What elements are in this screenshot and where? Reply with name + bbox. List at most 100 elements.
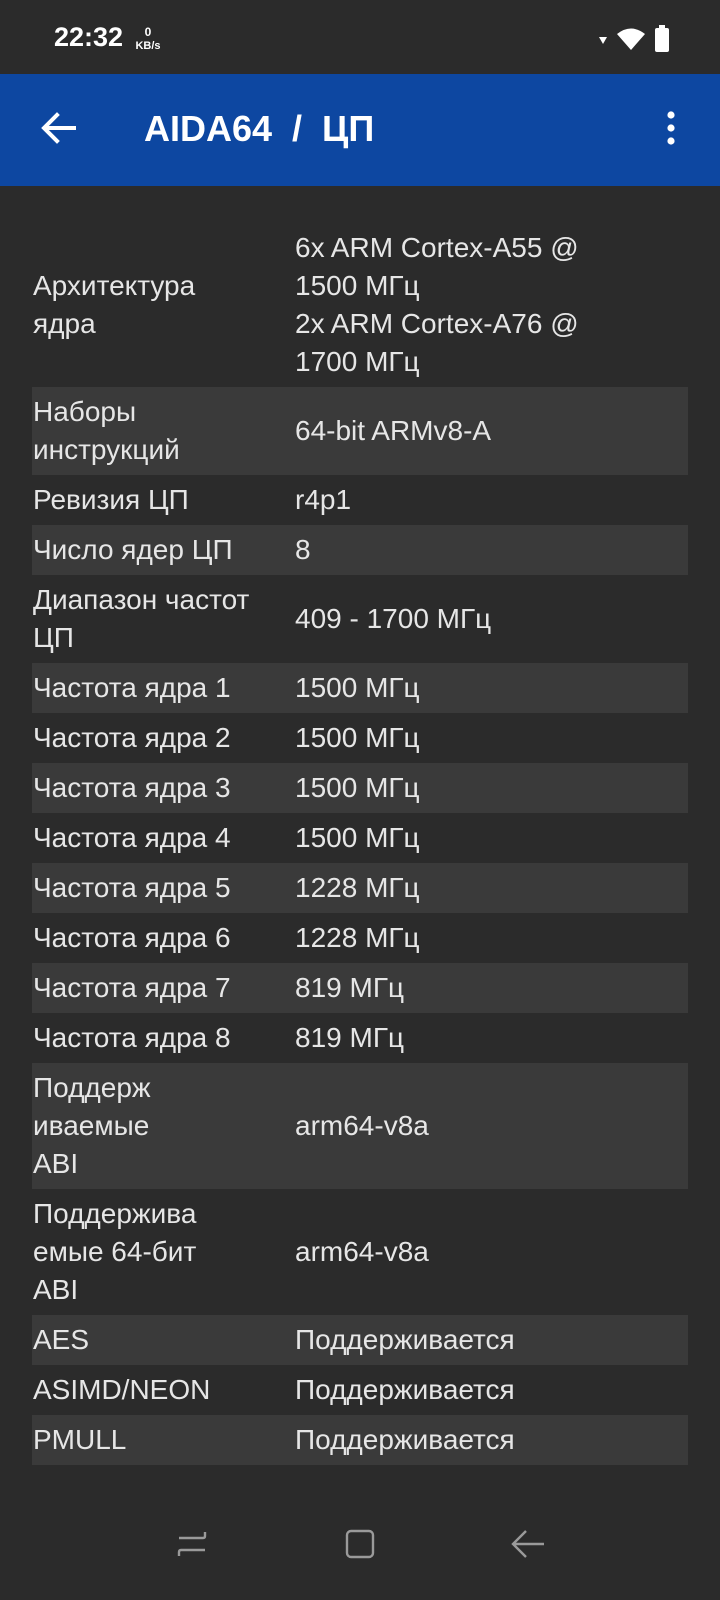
row-label: AES [32, 1321, 295, 1359]
row-label: Поддерж иваемые ABI [32, 1069, 295, 1183]
row-label-line: Поддерж [33, 1072, 151, 1103]
row-value-line: 1500 МГц [295, 270, 420, 301]
row-value: 1228 МГц [295, 919, 688, 957]
row-value-line: 6x ARM Cortex-A55 @ [295, 232, 579, 263]
row-value-line: Поддерживается [295, 1324, 515, 1355]
row-value-line: 409 - 1700 МГц [295, 603, 492, 634]
status-time: 22:32 [54, 22, 124, 52]
battery-icon [654, 24, 670, 58]
signal-arrow-icon [598, 32, 608, 50]
table-row: Диапазон частот ЦП 409 - 1700 МГц [32, 575, 688, 663]
table-row: Частота ядра 1 1500 МГц [32, 663, 688, 713]
row-label: Число ядер ЦП [32, 531, 295, 569]
row-label-line: Частота ядра 8 [33, 1022, 231, 1053]
arrow-left-icon [40, 111, 76, 149]
recent-apps-button[interactable] [168, 1522, 216, 1570]
back-icon [510, 1528, 546, 1565]
table-row: Частота ядра 5 1228 МГц [32, 863, 688, 913]
row-label-line: инструкций [33, 434, 180, 465]
row-label-line: Ревизия ЦП [33, 484, 189, 515]
row-value: Поддерживается [295, 1371, 688, 1409]
row-label: Частота ядра 7 [32, 969, 295, 1007]
row-label-line: Архитектура [33, 270, 196, 301]
row-label: Наборы инструкций [32, 393, 295, 469]
row-value: 1500 МГц [295, 669, 688, 707]
table-row: Число ядер ЦП 8 [32, 525, 688, 575]
home-icon [345, 1529, 375, 1564]
network-speed: 0 KB/s [130, 26, 166, 52]
row-value-line: 1500 МГц [295, 772, 420, 803]
row-value: 409 - 1700 МГц [295, 600, 688, 638]
table-row: Частота ядра 8 819 МГц [32, 1013, 688, 1063]
row-label-line: ABI [33, 1274, 79, 1305]
row-label-line: PMULL [33, 1424, 127, 1455]
row-value-line: 8 [295, 534, 311, 565]
home-button[interactable] [336, 1522, 384, 1570]
table-row: Поддерж иваемые ABI arm64-v8a [32, 1063, 688, 1189]
row-value: 1500 МГц [295, 819, 688, 857]
row-value: Поддерживается [295, 1421, 688, 1459]
row-label-line: Частота ядра 4 [33, 822, 231, 853]
row-label: PMULL [32, 1421, 295, 1459]
table-row: Частота ядра 3 1500 МГц [32, 763, 688, 813]
row-value-line: 819 МГц [295, 1022, 405, 1053]
table-row: PMULL Поддерживается [32, 1415, 688, 1465]
table-row: Ревизия ЦП r4p1 [32, 475, 688, 525]
row-label-line: Частота ядра 2 [33, 722, 231, 753]
row-label-line: иваемые [33, 1110, 150, 1141]
row-value-line: 64-bit ARMv8-A [295, 415, 492, 446]
status-icons [598, 24, 670, 58]
row-value: arm64-v8a [295, 1233, 688, 1271]
row-label-line: Диапазон частот [33, 584, 250, 615]
row-value-line: arm64-v8a [295, 1110, 429, 1141]
row-value-line: r4p1 [295, 484, 352, 515]
row-value: 8 [295, 531, 688, 569]
row-label: Частота ядра 2 [32, 719, 295, 757]
system-back-button[interactable] [504, 1522, 552, 1570]
row-label-line: Частота ядра 6 [33, 922, 231, 953]
row-label-line: ASIMD/NEON [33, 1374, 211, 1405]
overflow-menu-button[interactable] [658, 106, 684, 154]
row-label: Частота ядра 1 [32, 669, 295, 707]
row-value: arm64-v8a [295, 1107, 688, 1145]
row-value: 64-bit ARMv8-A [295, 412, 688, 450]
row-value: 1500 МГц [295, 769, 688, 807]
row-value-line: 1700 МГц [295, 346, 420, 377]
row-label: Частота ядра 4 [32, 819, 295, 857]
row-label-line: Частота ядра 7 [33, 972, 231, 1003]
table-row: Частота ядра 6 1228 МГц [32, 913, 688, 963]
row-value-line: 2x ARM Cortex-A76 @ [295, 308, 579, 339]
network-speed-unit: KB/s [135, 40, 161, 52]
row-label-line: AES [33, 1324, 90, 1355]
cpu-info-table: Архитектура ядра 6x ARM Cortex-A55 @ 1500 М… [32, 223, 688, 1465]
row-value-line: arm64-v8a [295, 1236, 429, 1267]
row-label: Частота ядра 5 [32, 869, 295, 907]
row-value: 1500 МГц [295, 719, 688, 757]
table-row: ASIMD/NEON Поддерживается [32, 1365, 688, 1415]
row-label: Частота ядра 8 [32, 1019, 295, 1057]
row-label: ASIMD/NEON [32, 1371, 295, 1409]
row-label-line: Число ядер ЦП [33, 534, 233, 565]
row-value-line: 1228 МГц [295, 922, 420, 953]
table-row: Частота ядра 7 819 МГц [32, 963, 688, 1013]
page-title: AIDA64 / ЦП [144, 108, 375, 149]
navigation-bar [0, 1490, 720, 1600]
row-value: 6x ARM Cortex-A55 @ 1500 МГц 2x ARM Cortex… [295, 229, 688, 381]
row-value-line: 819 МГц [295, 972, 405, 1003]
row-value-line: Поддерживается [295, 1374, 515, 1405]
row-label-line: Частота ядра 3 [33, 772, 231, 803]
row-label-line: Поддержива [33, 1198, 197, 1229]
back-button[interactable] [30, 102, 86, 158]
table-row: Наборы инструкций 64-bit ARMv8-A [32, 387, 688, 475]
row-label-line: ЦП [33, 622, 74, 653]
row-label: Поддержива емые 64-бит ABI [32, 1195, 295, 1309]
more-vert-icon [667, 110, 675, 150]
app-bar: AIDA64 / ЦП [0, 74, 720, 186]
row-value-line: Поддерживается [295, 1424, 515, 1455]
row-label: Диапазон частот ЦП [32, 581, 295, 657]
table-row: Частота ядра 4 1500 МГц [32, 813, 688, 863]
table-row: AES Поддерживается [32, 1315, 688, 1365]
row-value: 819 МГц [295, 969, 688, 1007]
row-label-line: емые 64-бит [33, 1236, 197, 1267]
row-value-line: 1500 МГц [295, 672, 420, 703]
